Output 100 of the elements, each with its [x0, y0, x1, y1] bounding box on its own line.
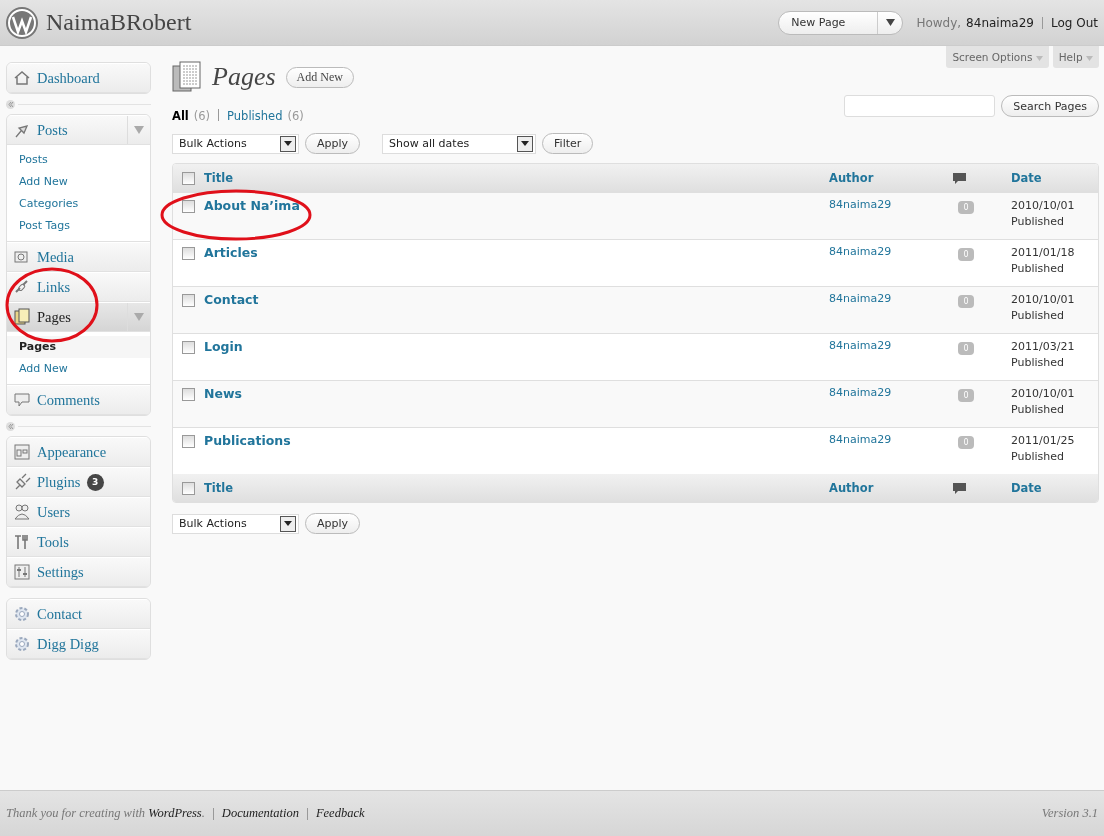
select-all-checkbox[interactable]	[182, 171, 195, 185]
date-text: 2011/03/21	[1011, 340, 1076, 353]
screen-meta-tab[interactable]: Screen Options	[946, 46, 1049, 68]
page-title-link[interactable]: Login	[204, 339, 243, 354]
row-checkbox[interactable]	[182, 294, 195, 307]
date-text: 2011/01/25	[1011, 434, 1076, 447]
footer-link[interactable]: Feedback	[315, 806, 365, 821]
status-text: Published	[1011, 356, 1065, 369]
row-checkbox[interactable]	[182, 435, 195, 448]
page-title-link[interactable]: About Na’ima	[204, 198, 300, 213]
expand-arrow-icon[interactable]	[134, 126, 144, 134]
menu-item[interactable]: Comments	[7, 385, 150, 415]
menu-label: Contact	[37, 605, 83, 623]
bulk-actions-dropdown[interactable]: Bulk Actions	[172, 133, 299, 154]
dropdown-arrow-icon	[885, 19, 895, 26]
menu-label: Tools	[37, 533, 70, 551]
menu-item[interactable]: Contact	[7, 599, 150, 629]
row-checkbox[interactable]	[182, 341, 195, 354]
caret-icon	[284, 521, 292, 526]
username-link[interactable]: 84naima29	[966, 15, 1034, 30]
site-title[interactable]: NaimaBRobert	[46, 9, 192, 36]
status-text: Published	[1011, 215, 1065, 228]
menu-label: Links	[37, 278, 71, 296]
expand-arrow-icon[interactable]	[134, 313, 144, 321]
menu-item[interactable]: Pages	[7, 302, 150, 332]
author-link[interactable]: 84naima29	[829, 198, 892, 211]
menu-item[interactable]: Users	[7, 497, 150, 527]
author-link[interactable]: 84naima29	[829, 245, 892, 258]
date-text: 2010/10/01	[1011, 293, 1076, 306]
column-header[interactable]: Date	[1011, 481, 1098, 495]
search-field[interactable]	[844, 95, 996, 117]
add-new-button[interactable]: Add New	[285, 66, 354, 88]
caret-icon	[1086, 56, 1093, 61]
row-checkbox[interactable]	[182, 388, 195, 401]
bulk-actions-dropdown[interactable]: Bulk Actions	[172, 513, 299, 534]
camera-icon	[13, 248, 31, 266]
house-icon	[13, 69, 31, 87]
submenu-link[interactable]: Pages	[7, 336, 150, 358]
menu-item[interactable]: Settings	[7, 557, 150, 587]
page-title-link[interactable]: Publications	[204, 433, 291, 448]
search-button[interactable]: Search Pages	[1001, 95, 1099, 117]
menu-label: Appearance	[37, 443, 107, 461]
collapse-icon[interactable]	[6, 99, 15, 109]
column-header[interactable]: Title	[204, 481, 234, 495]
status-filter-link[interactable]: All	[172, 109, 189, 123]
row-checkbox[interactable]	[182, 247, 195, 260]
page-title-link[interactable]: Articles	[204, 245, 258, 260]
sliders-icon	[13, 563, 31, 581]
speech-bubble-icon	[13, 391, 31, 409]
plug-icon	[13, 473, 31, 491]
menu-item[interactable]: Posts	[7, 115, 150, 145]
pages-icon	[172, 61, 202, 93]
author-link[interactable]: 84naima29	[829, 386, 892, 399]
pages-icon	[13, 308, 31, 326]
count-text: (6)	[193, 109, 211, 123]
menu-item[interactable]: Links	[7, 272, 150, 302]
gear-icon	[13, 605, 31, 623]
menu-label: Users	[37, 503, 71, 521]
greeting-text: Howdy,	[916, 15, 962, 30]
row-checkbox[interactable]	[182, 200, 195, 213]
page-title-link[interactable]: Contact	[204, 292, 259, 307]
menu-item[interactable]: Digg Digg	[7, 629, 150, 659]
author-link[interactable]: 84naima29	[829, 292, 892, 305]
status-filter-link[interactable]: Published	[227, 109, 283, 123]
column-header[interactable]: Author	[829, 481, 874, 495]
date-text: 2011/01/18	[1011, 246, 1076, 259]
menu-label: Digg Digg	[37, 635, 99, 653]
menu-item[interactable]: Dashboard	[7, 63, 150, 93]
menu-item[interactable]: Tools	[7, 527, 150, 557]
footer-credit-text: Thank you for creating with WordPress.	[6, 806, 205, 821]
submenu-link[interactable]: Posts	[7, 149, 150, 171]
layout-icon	[13, 443, 31, 461]
logout-link[interactable]: Log Out	[1051, 15, 1098, 30]
update-count-badge: 3	[86, 473, 104, 491]
apply-button[interactable]: Apply	[305, 133, 361, 154]
menu-label: Settings	[37, 563, 84, 581]
author-link[interactable]: 84naima29	[829, 339, 892, 352]
select-all-checkbox[interactable]	[182, 481, 195, 495]
new-page-button[interactable]: New Page	[778, 10, 904, 35]
comment-icon	[953, 171, 966, 185]
author-link[interactable]: 84naima29	[829, 433, 892, 446]
column-header[interactable]: Title	[204, 171, 234, 185]
collapse-icon[interactable]	[6, 421, 15, 431]
menu-item[interactable]: Plugins 3	[7, 467, 150, 497]
apply-button[interactable]: Apply	[305, 513, 361, 534]
caret-icon	[1035, 56, 1043, 61]
menu-label: Plugins	[37, 473, 81, 491]
menu-item[interactable]: Media	[7, 242, 150, 272]
submenu-link[interactable]: Post Tags	[7, 215, 150, 237]
column-header[interactable]: Date	[1011, 171, 1098, 185]
submenu-link[interactable]: Add New	[7, 171, 150, 193]
page-title-link[interactable]: News	[204, 386, 242, 401]
footer-link[interactable]: Documentation	[221, 806, 299, 821]
screen-meta-tab[interactable]: Help	[1052, 46, 1099, 68]
column-header[interactable]: Author	[829, 171, 874, 185]
submenu-link[interactable]: Categories	[7, 193, 150, 215]
date-filter-dropdown[interactable]: Show all dates	[382, 133, 537, 154]
filter-button[interactable]: Filter	[542, 133, 594, 154]
submenu-link[interactable]: Add New	[7, 358, 150, 380]
menu-item[interactable]: Appearance	[7, 437, 150, 467]
